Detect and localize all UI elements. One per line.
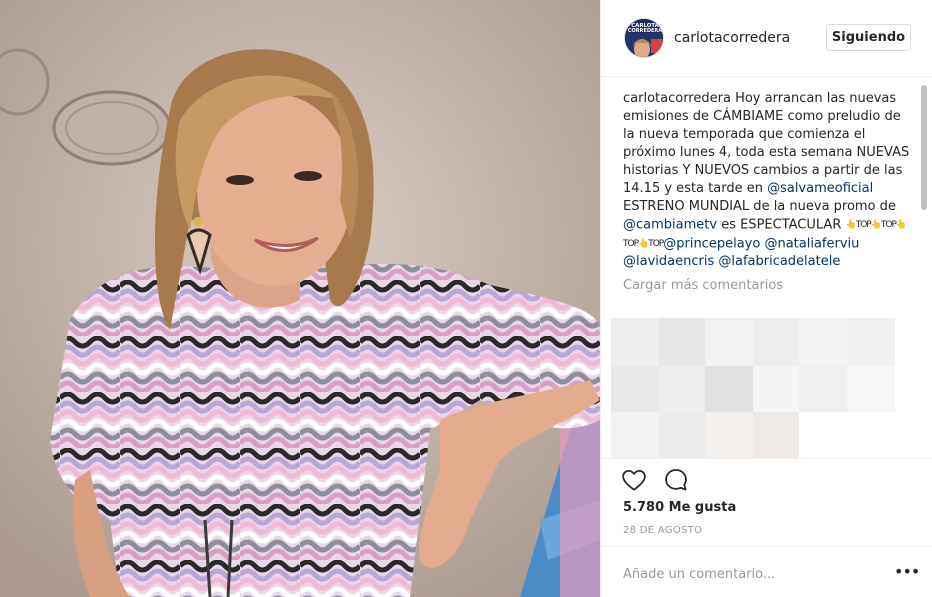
mention-lavidaencris[interactable]: @lavidaencris — [623, 254, 714, 269]
mention-princepelayo[interactable]: @princepelayo — [663, 236, 760, 251]
caption-text-part-2: ESTRENO MUNDIAL de la nueva promo de — [623, 199, 896, 214]
post-actions: 5.780 Me gusta 28 DE AGOSTO — [601, 458, 932, 546]
load-more-comments-link[interactable]: Cargar más comentarios — [623, 277, 913, 295]
comment-button[interactable] — [663, 467, 689, 493]
caption: carlotacorredera Hoy arrancan las nuevas… — [623, 90, 913, 271]
more-options-icon[interactable]: ••• — [894, 563, 920, 581]
post-photo-illustration — [0, 0, 600, 597]
following-button[interactable]: Siguiendo — [826, 24, 911, 51]
post-header: CARLOTA CORREDERA carlotacorredera Sigui… — [601, 0, 932, 77]
post-username[interactable]: carlotacorredera — [674, 30, 790, 46]
like-button[interactable] — [621, 467, 647, 493]
blurred-comments — [611, 318, 895, 458]
speech-bubble-icon — [665, 469, 687, 491]
mention-nataliaferviu[interactable]: @nataliaferviu — [764, 236, 859, 251]
comments-list: carlotacorredera Hoy arrancan las nuevas… — [623, 90, 913, 295]
avatar[interactable]: CARLOTA CORREDERA — [624, 18, 664, 58]
caption-username[interactable]: carlotacorredera — [623, 91, 731, 106]
caption-text-part-3: es ESPECTACULAR — [717, 217, 846, 233]
heart-outline-icon — [622, 470, 646, 491]
blurred-comments-image — [611, 318, 895, 458]
mention-lafabricadelatele[interactable]: @lafabricadelatele — [718, 254, 840, 269]
add-comment-bar: ••• — [601, 546, 932, 597]
avatar-logo-line-2: CORREDERA — [628, 28, 662, 34]
like-count[interactable]: 5.780 Me gusta — [623, 500, 736, 515]
post-photo[interactable] — [0, 0, 600, 597]
post-side-panel: CARLOTA CORREDERA carlotacorredera Sigui… — [600, 0, 932, 597]
comment-input[interactable] — [623, 565, 883, 583]
comments-scrollbar[interactable] — [921, 85, 927, 210]
mention-salvameoficial[interactable]: @salvameoficial — [767, 181, 873, 196]
avatar-image: CARLOTA CORREDERA — [625, 19, 663, 57]
mention-cambiametv[interactable]: @cambiametv — [623, 218, 717, 233]
post-date: 28 DE AGOSTO — [623, 525, 703, 536]
